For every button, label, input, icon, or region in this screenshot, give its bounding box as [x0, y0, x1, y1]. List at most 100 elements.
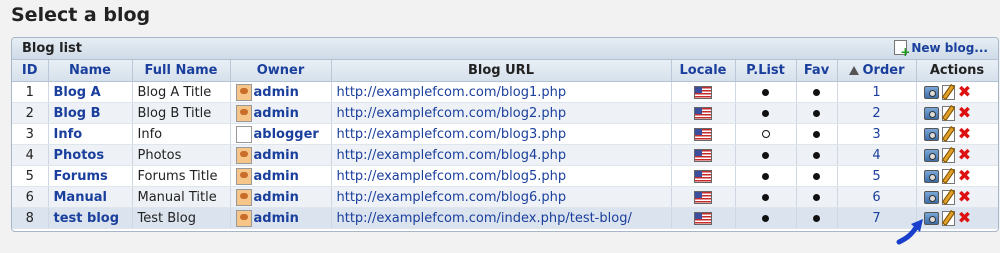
filled-dot-icon[interactable] — [762, 109, 769, 117]
cell-owner: admin — [230, 186, 332, 208]
col-header-plist[interactable]: P.List — [735, 60, 797, 82]
cell-full-name: Photos — [132, 144, 231, 166]
open-dot-icon[interactable] — [761, 130, 770, 138]
cell-actions: ✖ — [916, 123, 998, 145]
delete-icon[interactable]: ✖ — [958, 189, 972, 205]
cell-plist — [735, 165, 797, 187]
owner-link[interactable]: admin — [254, 148, 299, 163]
filled-dot-icon[interactable] — [762, 193, 769, 201]
col-header-name[interactable]: Name — [48, 60, 133, 82]
order-link[interactable]: 1 — [872, 85, 880, 100]
col-header-order[interactable]: Order — [837, 60, 917, 82]
filled-dot-icon[interactable] — [813, 130, 820, 138]
blog-name-link[interactable]: Blog A — [54, 85, 101, 100]
properties-icon[interactable] — [923, 106, 939, 120]
filled-dot-icon[interactable] — [762, 88, 769, 96]
cell-locale — [671, 165, 736, 187]
properties-icon[interactable] — [923, 190, 939, 204]
blog-url-link[interactable]: http://examplefcom.com/blog1.php — [337, 85, 567, 100]
cell-order: 3 — [837, 123, 917, 145]
table-row: 5 Forums Forums Title admin http://examplefc… — [12, 165, 998, 187]
edit-icon[interactable] — [941, 210, 955, 226]
cell-actions: ✖ — [916, 207, 998, 229]
edit-icon[interactable] — [941, 147, 955, 163]
cell-locale — [671, 102, 736, 124]
table-body: 1 Blog A Blog A Title admin http://examplefc… — [12, 81, 998, 229]
owner-link[interactable]: admin — [254, 190, 299, 205]
blog-url-link[interactable]: http://examplefcom.com/index.php/test-bl… — [337, 211, 632, 226]
table-row: 3 Info Info ablogger http://examplefcom.com/… — [12, 123, 998, 145]
panel-title: Blog list — [22, 41, 82, 56]
blog-name-link[interactable]: test blog — [54, 211, 120, 226]
new-blog-button[interactable]: New blog... — [894, 40, 988, 59]
cell-order: 6 — [837, 186, 917, 208]
blog-url-link[interactable]: http://examplefcom.com/blog3.php — [337, 127, 567, 142]
blog-url-link[interactable]: http://examplefcom.com/blog5.php — [337, 169, 567, 184]
cell-fav — [796, 102, 838, 124]
blog-url-link[interactable]: http://examplefcom.com/blog2.php — [337, 106, 567, 121]
edit-icon[interactable] — [941, 126, 955, 142]
order-link[interactable]: 4 — [872, 148, 880, 163]
filled-dot-icon[interactable] — [813, 88, 820, 96]
filled-dot-icon[interactable] — [813, 109, 820, 117]
col-header-id[interactable]: ID — [12, 60, 49, 82]
properties-icon[interactable] — [923, 211, 939, 225]
page-title: Select a blog — [11, 4, 151, 26]
cell-locale — [671, 186, 736, 208]
properties-icon[interactable] — [923, 169, 939, 183]
filled-dot-icon[interactable] — [762, 172, 769, 180]
filled-dot-icon[interactable] — [813, 214, 820, 222]
filled-dot-icon[interactable] — [813, 151, 820, 159]
filled-dot-icon[interactable] — [762, 151, 769, 159]
blog-name-link[interactable]: Info — [54, 127, 83, 142]
filled-dot-icon[interactable] — [813, 172, 820, 180]
cell-id: 6 — [12, 186, 49, 208]
blog-name-link[interactable]: Blog B — [54, 106, 101, 121]
order-link[interactable]: 3 — [872, 127, 880, 142]
delete-icon[interactable]: ✖ — [958, 168, 972, 184]
col-header-owner[interactable]: Owner — [230, 60, 332, 82]
cell-order: 5 — [837, 165, 917, 187]
delete-icon[interactable]: ✖ — [958, 210, 972, 226]
order-link[interactable]: 2 — [872, 106, 880, 121]
order-link[interactable]: 5 — [872, 169, 880, 184]
blog-name-link[interactable]: Forums — [54, 169, 108, 184]
owner-link[interactable]: admin — [254, 169, 299, 184]
cell-blog-url: http://examplefcom.com/blog5.php — [331, 165, 672, 187]
cell-fav — [796, 144, 838, 166]
owner-link[interactable]: admin — [254, 85, 299, 100]
edit-icon[interactable] — [941, 84, 955, 100]
cell-actions: ✖ — [916, 81, 998, 103]
filled-dot-icon[interactable] — [813, 193, 820, 201]
edit-icon[interactable] — [941, 189, 955, 205]
sort-ascending-icon — [848, 66, 859, 75]
cell-owner: admin — [230, 144, 332, 166]
col-header-actions: Actions — [916, 60, 998, 82]
delete-icon[interactable]: ✖ — [958, 126, 972, 142]
edit-icon[interactable] — [941, 105, 955, 121]
edit-icon[interactable] — [941, 168, 955, 184]
delete-icon[interactable]: ✖ — [958, 147, 972, 163]
cell-owner: ablogger — [230, 123, 332, 145]
col-header-fav[interactable]: Fav — [796, 60, 838, 82]
owner-link[interactable]: admin — [254, 211, 299, 226]
properties-icon[interactable] — [923, 127, 939, 141]
delete-icon[interactable]: ✖ — [958, 105, 972, 121]
cell-locale — [671, 144, 736, 166]
blog-url-link[interactable]: http://examplefcom.com/blog6.php — [337, 190, 567, 205]
col-header-full-name[interactable]: Full Name — [132, 60, 231, 82]
order-link[interactable]: 6 — [872, 190, 880, 205]
filled-dot-icon[interactable] — [762, 214, 769, 222]
delete-icon[interactable]: ✖ — [958, 84, 972, 100]
table-row: 4 Photos Photos admin http://examplefcom.com… — [12, 144, 998, 166]
blog-url-link[interactable]: http://examplefcom.com/blog4.php — [337, 148, 567, 163]
blog-name-link[interactable]: Photos — [54, 148, 105, 163]
col-header-locale[interactable]: Locale — [671, 60, 736, 82]
owner-link[interactable]: admin — [254, 106, 299, 121]
properties-icon[interactable] — [923, 148, 939, 162]
properties-icon[interactable] — [923, 85, 939, 99]
owner-link[interactable]: ablogger — [254, 127, 319, 142]
cell-actions: ✖ — [916, 144, 998, 166]
order-link[interactable]: 7 — [872, 211, 880, 226]
blog-name-link[interactable]: Manual — [54, 190, 107, 205]
